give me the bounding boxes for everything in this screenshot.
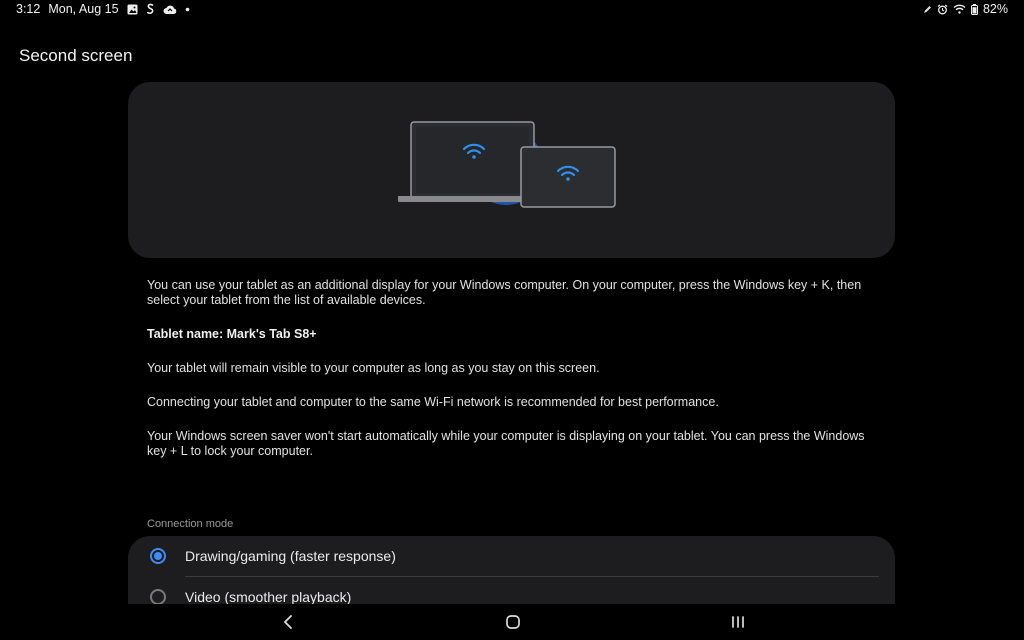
status-time: 3:12 (16, 2, 41, 16)
wifi-icon (953, 4, 966, 14)
dot-icon (185, 7, 190, 12)
recents-icon[interactable] (726, 612, 750, 632)
cloud-sync-icon (163, 4, 177, 15)
visibility-text: Your tablet will remain visible to your … (147, 361, 600, 375)
home-icon[interactable] (501, 612, 525, 632)
gallery-icon (127, 4, 138, 15)
screensaver-text: Your Windows screen saver won't start au… (147, 429, 865, 458)
status-bar-left: 3:12 Mon, Aug 15 (16, 2, 190, 16)
status-bar-right: 82% (923, 2, 1008, 16)
s-pen-notification-icon (146, 3, 155, 15)
status-date: Mon, Aug 15 (48, 2, 119, 16)
tablet-name: Tablet name: Mark's Tab S8+ (147, 327, 317, 341)
radio-selected-icon[interactable] (150, 548, 166, 564)
connection-mode-label: Connection mode (147, 518, 234, 530)
navigation-bar (0, 604, 1024, 640)
illustration-card (128, 82, 895, 258)
pen-icon (923, 5, 932, 14)
intro-text: You can use your tablet as an additional… (147, 278, 862, 307)
option-label: Drawing/gaming (faster response) (185, 548, 396, 564)
wifi-tip-text: Connecting your tablet and computer to t… (147, 395, 719, 409)
alarm-icon (937, 4, 948, 15)
page-title: Second screen (19, 46, 133, 65)
status-bar: 3:12 Mon, Aug 15 82% (0, 0, 1024, 20)
back-icon[interactable] (276, 612, 300, 632)
option-label: Video (smoother playback) (185, 589, 352, 605)
laptop-tablet-illustration (398, 121, 616, 208)
battery-percent: 82% (982, 2, 1008, 16)
option-drawing-gaming[interactable]: Drawing/gaming (faster response) (128, 536, 895, 576)
radio-unselected-icon[interactable] (150, 589, 166, 605)
battery-icon (970, 3, 978, 15)
connection-mode-options: Drawing/gaming (faster response) Video (… (128, 536, 895, 608)
